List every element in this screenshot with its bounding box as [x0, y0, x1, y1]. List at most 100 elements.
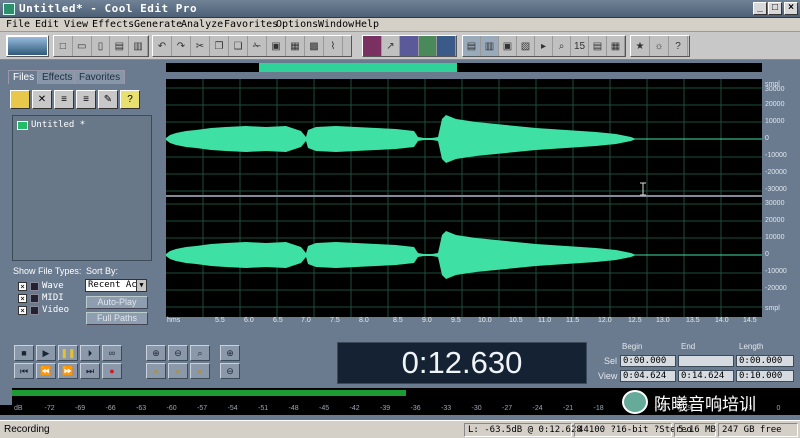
auto-play-button[interactable]: Auto-Play — [86, 296, 148, 309]
meter-tick-label: -36 — [410, 405, 421, 412]
play-button[interactable]: ▶ — [36, 345, 56, 361]
menu-view[interactable]: View — [64, 19, 88, 30]
tools-toolbar: ▤ ▥ ▣ ▧ ▸ ⌕ 15 ▤ ▦ — [462, 35, 626, 57]
menu-generate[interactable]: Generate — [134, 19, 182, 30]
menu-help[interactable]: Help — [355, 19, 379, 30]
open-file-icon[interactable]: ▭ — [73, 36, 92, 56]
view-length-field[interactable]: 0:10.000 — [736, 370, 794, 382]
maximize-button[interactable]: □ — [768, 2, 782, 15]
filetype-midi-checkbox[interactable]: × MIDI — [18, 293, 64, 303]
frequency-analysis-icon[interactable]: ▧ — [517, 36, 535, 56]
both-channels-icon[interactable] — [437, 36, 456, 56]
minimize-button[interactable]: _ — [753, 2, 767, 15]
menu-options[interactable]: Options — [276, 19, 318, 30]
undo-icon[interactable]: ↶ — [153, 36, 172, 56]
vertical-zoom-in-icon[interactable]: ⊕ — [220, 345, 240, 361]
sort-by-select[interactable]: Recent Acc ▼ — [85, 279, 147, 292]
zoom-in-icon[interactable]: ⊕ — [146, 345, 166, 361]
tab-effects[interactable]: Effects — [37, 70, 78, 84]
color-settings-icon[interactable]: ▦ — [607, 36, 625, 56]
grid-lines — [166, 79, 762, 317]
rewind-button[interactable]: ⏪ — [36, 363, 56, 379]
spectral-view-icon[interactable] — [363, 36, 382, 56]
loop-button[interactable]: ∞ — [102, 345, 122, 361]
selection-begin-field[interactable]: 0:00.000 — [620, 355, 676, 367]
play-list-icon[interactable]: ▥ — [481, 36, 499, 56]
menu-effects[interactable]: Effects — [92, 19, 134, 30]
scripts-icon[interactable]: 15 — [571, 36, 589, 56]
mix-paste-icon[interactable]: ▩ — [305, 36, 324, 56]
watermark: 陈曦音响培训 — [622, 388, 756, 416]
selection-length-field[interactable]: 0:00.000 — [736, 355, 794, 367]
save-icon[interactable]: ▤ — [110, 36, 130, 56]
filetype-wave-checkbox[interactable]: × Wave — [18, 281, 64, 291]
stop-button[interactable]: ■ — [14, 345, 34, 361]
paste-icon[interactable]: ▣ — [267, 36, 286, 56]
repeat-icon[interactable]: ✂ — [191, 36, 210, 56]
close-file-icon[interactable]: ✕ — [32, 90, 52, 109]
file-size-readout: 5.16 MB — [674, 423, 716, 437]
vertical-zoom-out-icon[interactable]: ⊖ — [220, 363, 240, 379]
meter-tick-label: -51 — [258, 405, 269, 412]
overview-bar[interactable] — [166, 63, 762, 72]
checkbox: × — [18, 281, 27, 291]
paste-new-icon[interactable]: ▦ — [286, 36, 305, 56]
tab-files[interactable]: Files — [8, 70, 40, 84]
help-icon[interactable]: ? — [669, 36, 688, 56]
info-icon[interactable]: ▣ — [499, 36, 517, 56]
zoom-right-icon[interactable]: ⌕ — [190, 363, 210, 379]
pause-button[interactable]: ❚❚ — [58, 345, 78, 361]
meter-tick-label: -42 — [349, 405, 360, 412]
menu-file[interactable]: File — [6, 19, 30, 30]
edit-file-icon[interactable]: ✎ — [98, 90, 118, 109]
play-to-end-button[interactable]: ⏵ — [80, 345, 100, 361]
view-end-field[interactable]: 0:14.624 — [678, 370, 734, 382]
tips-icon[interactable]: ☼ — [650, 36, 669, 56]
right-channel-icon[interactable] — [418, 36, 438, 56]
zoom-analysis-icon[interactable]: ⌕ — [553, 36, 571, 56]
menu-edit[interactable]: Edit — [35, 19, 59, 30]
view-begin-field[interactable]: 0:04.624 — [620, 370, 676, 382]
close-file-icon[interactable]: ▯ — [92, 36, 111, 56]
save-all-icon[interactable]: ▥ — [129, 36, 148, 56]
full-paths-button[interactable]: Full Paths — [86, 312, 148, 325]
go-to-start-button[interactable]: ⏮ — [14, 363, 34, 379]
cue-list-icon[interactable]: ▤ — [463, 36, 481, 56]
multitrack-toggle-button[interactable] — [6, 35, 49, 57]
waveform-view-icon[interactable]: ↗ — [382, 36, 401, 56]
mixers-icon[interactable]: ▤ — [589, 36, 607, 56]
time-ruler[interactable]: hms 5.5 6.0 6.5 7.0 7.5 8.0 8.5 9.0 9.5 … — [166, 317, 762, 328]
left-channel-icon[interactable] — [400, 36, 419, 56]
zoom-left-icon[interactable]: ⌕ — [168, 363, 188, 379]
free-space-readout: 247 GB free — [718, 423, 798, 437]
zoom-full-icon[interactable]: ⌕ — [190, 345, 210, 361]
visible-range-indicator[interactable] — [259, 63, 457, 72]
help-icon[interactable]: ? — [120, 90, 140, 109]
copy-new-icon[interactable]: ❏ — [229, 36, 248, 56]
copy-icon[interactable]: ❐ — [210, 36, 229, 56]
menu-favorites[interactable]: Favorites — [224, 19, 278, 30]
favorites-icon[interactable]: ★ — [631, 36, 650, 56]
zoom-out-icon[interactable]: ⊖ — [168, 345, 188, 361]
list-item[interactable]: Untitled * — [17, 120, 85, 130]
close-button[interactable]: × — [784, 2, 798, 15]
menu-window[interactable]: Window — [318, 19, 354, 30]
new-file-icon[interactable]: □ — [54, 36, 73, 56]
menu-analyze[interactable]: Analyze — [181, 19, 223, 30]
trim-icon[interactable]: ⌇ — [324, 36, 343, 56]
meter-tick-label: -54 — [227, 405, 238, 412]
play-icon[interactable]: ▸ — [535, 36, 553, 56]
move-down-icon[interactable]: ≡ — [76, 90, 96, 109]
filetype-video-checkbox[interactable]: × Video — [18, 305, 69, 315]
tab-favorites[interactable]: Favorites — [74, 70, 126, 84]
move-up-icon[interactable]: ≡ — [54, 90, 74, 109]
redo-icon[interactable]: ↷ — [172, 36, 191, 56]
cut-icon[interactable]: ✁ — [248, 36, 267, 56]
selection-end-field[interactable] — [678, 355, 734, 367]
waveform-display[interactable] — [166, 79, 762, 317]
record-button[interactable]: ● — [102, 363, 122, 379]
open-folder-icon[interactable] — [10, 90, 30, 109]
go-to-end-button[interactable]: ⏭ — [80, 363, 100, 379]
zoom-selection-icon[interactable]: ⌕ — [146, 363, 166, 379]
fast-forward-button[interactable]: ⏩ — [58, 363, 78, 379]
